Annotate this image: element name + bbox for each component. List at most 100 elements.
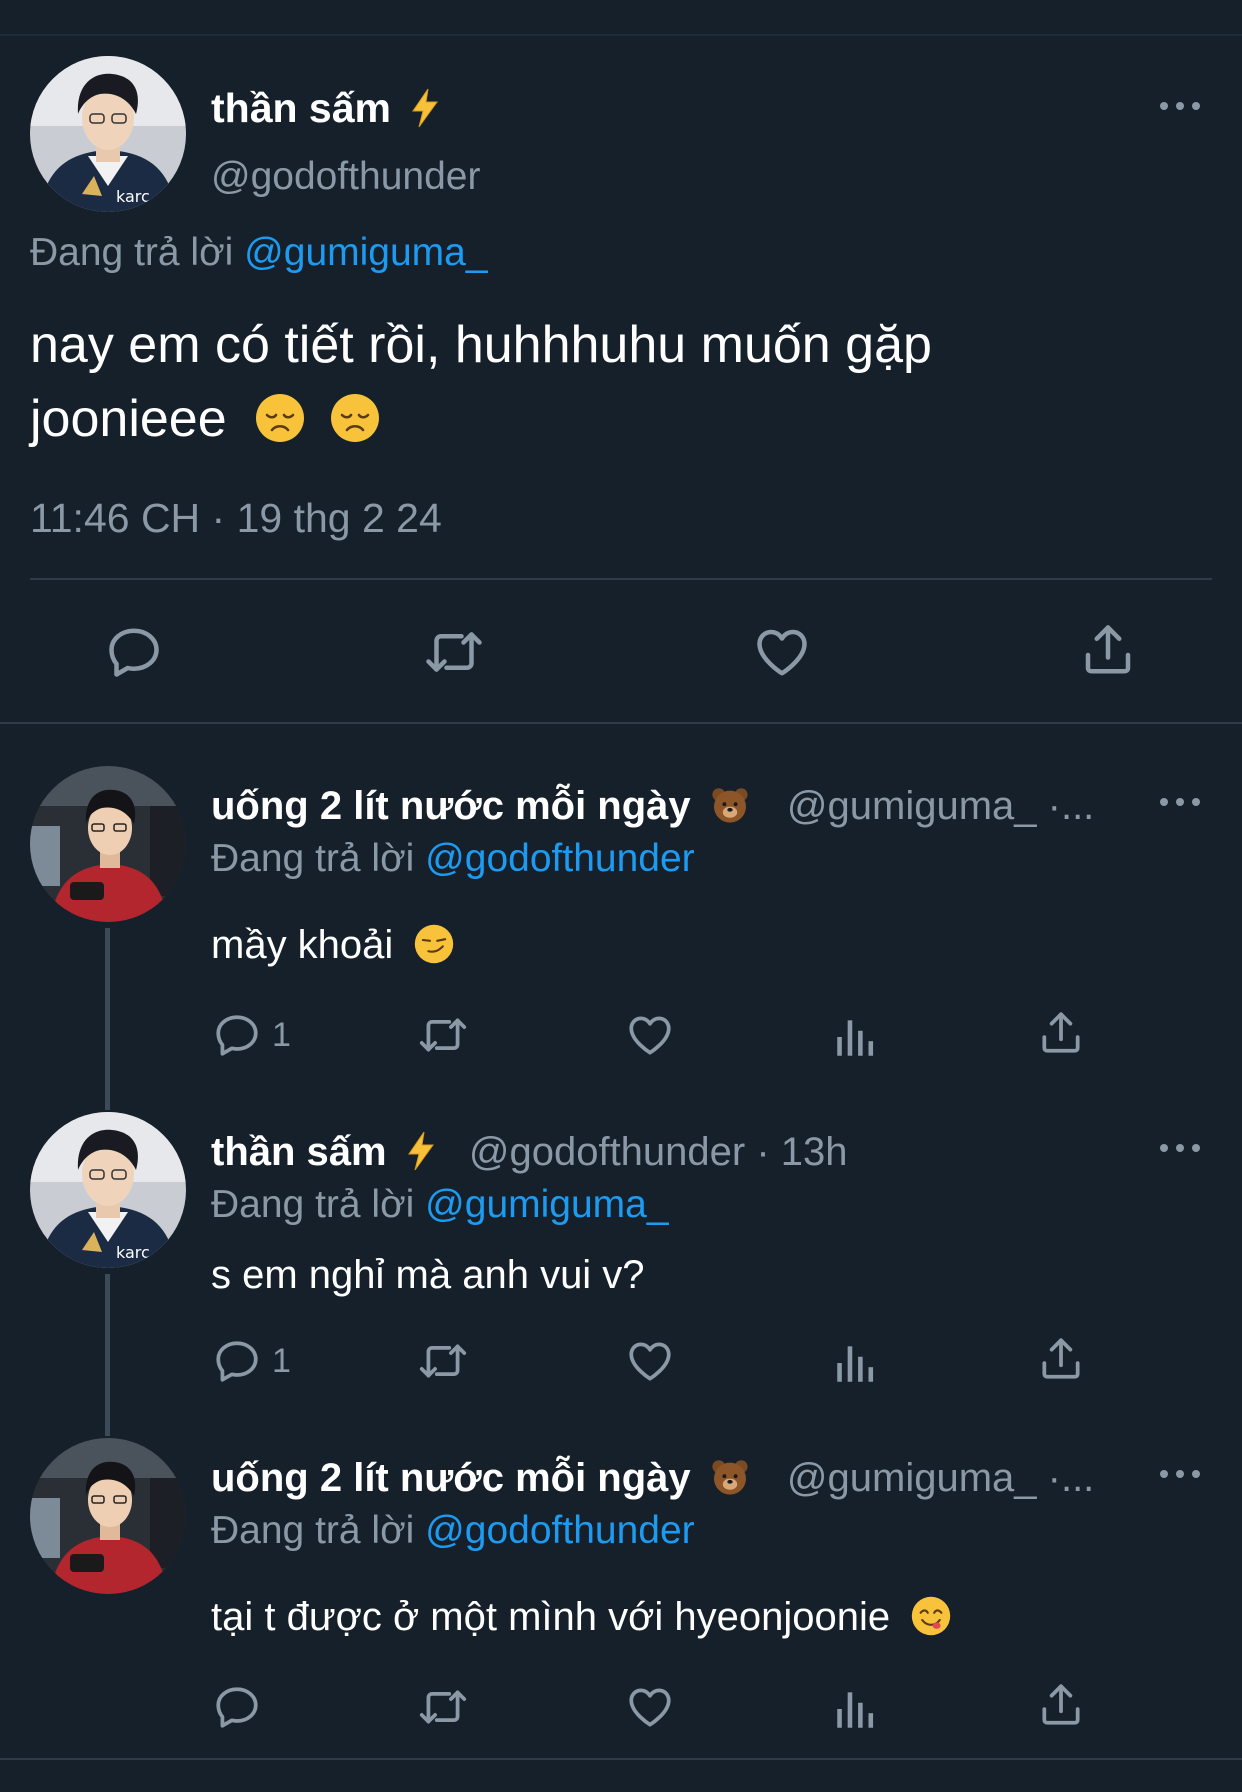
like-button[interactable]	[752, 622, 812, 682]
reply-text: s em nghỉ mà anh vui v?	[211, 1253, 645, 1297]
reply-icon	[212, 1010, 262, 1060]
reply-count: 1	[272, 1015, 291, 1054]
avatar-image-gumi	[30, 766, 186, 922]
user-handle[interactable]: @godofthunder	[211, 154, 480, 200]
share-button[interactable]	[1036, 1680, 1086, 1730]
replying-label: Đang trả lời	[211, 1509, 415, 1552]
share-button[interactable]	[1078, 620, 1138, 680]
views-button[interactable]	[831, 1684, 881, 1734]
retweet-button[interactable]	[418, 1682, 468, 1732]
views-button[interactable]	[831, 1338, 881, 1388]
reply-button[interactable]	[212, 1682, 262, 1732]
reply-button[interactable]: 1	[212, 1336, 291, 1386]
like-icon	[625, 1010, 675, 1060]
replying-label: Đang trả lời	[211, 1183, 415, 1226]
replying-label: Đang trả lời	[30, 231, 234, 274]
user-handle[interactable]: @gumiguma_ ·...	[787, 784, 1094, 828]
views-icon	[831, 1338, 881, 1388]
like-button[interactable]	[625, 1336, 675, 1386]
share-icon	[1036, 1008, 1086, 1058]
reply-button[interactable]	[104, 622, 164, 682]
smirking-face-emoji-icon	[414, 924, 454, 964]
reply-text-content: mầy khoải	[211, 923, 394, 967]
reply-icon	[104, 622, 164, 682]
avatar[interactable]	[30, 1112, 186, 1268]
avatar-image-thunder	[30, 56, 186, 212]
display-name-text: thần sấm	[211, 85, 391, 131]
like-icon	[752, 622, 812, 682]
display-name[interactable]: uống 2 lít nước mỗi ngày	[211, 1456, 691, 1500]
bear-emoji-icon	[710, 1457, 750, 1497]
replying-to-link[interactable]: @godofthunder	[425, 1509, 694, 1552]
like-icon	[625, 1336, 675, 1386]
share-icon	[1036, 1334, 1086, 1384]
replying-to-line: Đang trả lời @godofthunder	[211, 836, 695, 882]
retweet-button[interactable]	[418, 1336, 468, 1386]
reply-button[interactable]: 1	[212, 1010, 291, 1060]
retweet-icon	[424, 622, 484, 682]
reply-text: tại t được ở một mình với hyeonjoonie	[211, 1592, 951, 1642]
retweet-icon	[418, 1010, 468, 1060]
reply-header: uống 2 lít nước mỗi ngày @gumiguma_ ·...	[211, 782, 1131, 830]
more-options-icon[interactable]	[1160, 98, 1200, 114]
replying-to-line: Đang trả lời @gumiguma_	[30, 230, 488, 276]
reply-icon	[212, 1336, 262, 1386]
share-icon	[1036, 1680, 1086, 1730]
avatar[interactable]	[30, 766, 186, 922]
avatar-image-gumi	[30, 1438, 186, 1594]
like-button[interactable]	[625, 1010, 675, 1060]
thread-line	[105, 928, 110, 1110]
views-button[interactable]	[831, 1012, 881, 1062]
tweet-text-line-1: nay em có tiết rồi, huhhhuhu muốn gặp	[30, 316, 932, 374]
reply-bottom-divider	[0, 1758, 1242, 1760]
display-name[interactable]: uống 2 lít nước mỗi ngày	[211, 784, 691, 828]
replying-to-line: Đang trả lời @gumiguma_	[211, 1182, 669, 1228]
thread-line	[105, 1274, 110, 1436]
more-options-icon[interactable]	[1160, 1466, 1200, 1482]
main-tweet-bottom-divider	[0, 722, 1242, 724]
retweet-icon	[418, 1682, 468, 1732]
retweet-button[interactable]	[424, 622, 484, 682]
top-divider	[0, 34, 1242, 36]
replying-to-link[interactable]: @godofthunder	[425, 837, 694, 880]
bear-emoji-icon	[710, 785, 750, 825]
display-name[interactable]: thần sấm	[211, 84, 440, 132]
reply-count: 1	[272, 1341, 291, 1380]
replying-to-link[interactable]: @gumiguma_	[425, 1183, 668, 1226]
disappointed-face-emoji-icon	[330, 393, 380, 443]
reply-icon	[212, 1682, 262, 1732]
disappointed-face-emoji-icon	[255, 393, 305, 443]
reply-text: mầy khoải	[211, 920, 454, 970]
views-icon	[831, 1684, 881, 1734]
tweet-text-line-2-text: joonieee	[30, 390, 227, 448]
tweet-timestamp[interactable]: 11:46 CH · 19 thg 2 24	[30, 494, 442, 542]
share-icon	[1078, 620, 1138, 680]
reply-text-content: tại t được ở một mình với hyeonjoonie	[211, 1595, 891, 1639]
tweet-text: nay em có tiết rồi, huhhhuhu muốn gặp jo…	[30, 308, 932, 456]
share-button[interactable]	[1036, 1008, 1086, 1058]
more-options-icon[interactable]	[1160, 794, 1200, 810]
share-button[interactable]	[1036, 1334, 1086, 1384]
lightning-emoji-icon	[410, 88, 440, 128]
replying-to-line: Đang trả lời @godofthunder	[211, 1508, 695, 1554]
timestamp-divider	[30, 578, 1212, 580]
user-handle[interactable]: @gumiguma_ ·...	[787, 1456, 1094, 1500]
more-options-icon[interactable]	[1160, 1140, 1200, 1156]
avatar[interactable]	[30, 56, 186, 212]
like-button[interactable]	[625, 1682, 675, 1732]
tweet-text-line-2: joonieee	[30, 382, 932, 456]
display-name[interactable]: thần sấm	[211, 1130, 387, 1174]
lightning-emoji-icon	[406, 1131, 436, 1171]
replying-label: Đang trả lời	[211, 837, 415, 880]
reply-header: uống 2 lít nước mỗi ngày @gumiguma_ ·...	[211, 1454, 1131, 1502]
retweet-icon	[418, 1336, 468, 1386]
replying-to-link[interactable]: @gumiguma_	[244, 231, 487, 274]
user-handle[interactable]: @godofthunder · 13h	[469, 1130, 848, 1174]
avatar[interactable]	[30, 1438, 186, 1594]
reply-header: thần sấm @godofthunder · 13h	[211, 1128, 848, 1176]
views-icon	[831, 1012, 881, 1062]
avatar-image-thunder	[30, 1112, 186, 1268]
yum-face-emoji-icon	[911, 1596, 951, 1636]
retweet-button[interactable]	[418, 1010, 468, 1060]
like-icon	[625, 1682, 675, 1732]
